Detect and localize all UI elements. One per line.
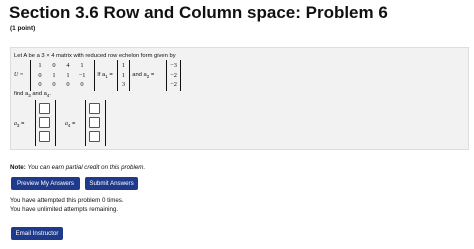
preview-answers-button[interactable]: Preview My Answers [11, 177, 80, 190]
remaining-text: You have unlimited attempts remaining. [10, 206, 119, 213]
a2-prefix: , and a2 = [129, 72, 155, 80]
a1-vector-cell: 3 [121, 81, 126, 88]
problem-box: Let A be a 3 × 4 matrix with reduced row… [10, 47, 469, 150]
a1-vector-cell: 1 [121, 62, 126, 69]
a4-entry-2-input[interactable] [89, 117, 100, 128]
submit-answers-button[interactable]: Submit Answers [85, 177, 138, 190]
attempts-text: You have attempted this problem 0 times. [10, 197, 124, 204]
a4-entry-1-input[interactable] [89, 103, 100, 114]
note-line: Note: You can earn partial credit on thi… [10, 164, 145, 171]
page-title: Section 3.6 Row and Column space: Proble… [9, 3, 388, 22]
u-matrix-cell: 0 [52, 62, 56, 69]
u-matrix-cell: 0 [52, 81, 56, 88]
a1-prefix: . If a1 = [94, 72, 113, 80]
u-matrix-cell: −1 [78, 71, 86, 79]
points-label: (1 point) [10, 25, 36, 32]
a4-answer-matrix [85, 100, 106, 146]
a1-vector-cell: 1 [121, 71, 126, 79]
u-matrix-cell: 1 [38, 62, 42, 69]
note-label: Note: [10, 164, 26, 171]
note-text: You can earn partial credit on this prob… [27, 164, 146, 171]
a3-answer-matrix [35, 100, 56, 146]
u-matrix-cell: 0 [66, 81, 70, 88]
a4-label: a4 = [65, 121, 76, 129]
a3-entry-1-input[interactable] [39, 103, 50, 114]
u-matrix: 1 0 4 1 0 1 1 −1 0 0 0 0 [30, 60, 95, 91]
a3-entry-3-input[interactable] [39, 131, 50, 142]
u-matrix-cell: 1 [80, 62, 84, 69]
a2-vector-cell: −2 [170, 71, 177, 79]
u-matrix-cell: 1 [66, 71, 70, 79]
a4-entry-3-input[interactable] [89, 131, 100, 142]
a3-label: a3 = [14, 121, 25, 129]
email-instructor-button[interactable]: Email Instructor [11, 227, 63, 240]
u-matrix-cell: 1 [52, 71, 56, 79]
problem-intro: Let A be a 3 × 4 matrix with reduced row… [14, 53, 176, 59]
u-matrix-cell: 4 [66, 62, 70, 69]
u-label: U = [14, 72, 24, 78]
u-matrix-cell: 0 [80, 81, 84, 88]
find-text: find a3 and a4. [14, 91, 51, 99]
a3-entry-2-input[interactable] [39, 117, 50, 128]
a2-vector: −3 −2 −2 [166, 60, 181, 91]
a2-vector-cell: −3 [170, 62, 177, 69]
u-matrix-cell: 0 [38, 81, 42, 88]
a2-vector-cell: −2 [170, 81, 177, 88]
u-matrix-cell: 0 [38, 71, 42, 79]
